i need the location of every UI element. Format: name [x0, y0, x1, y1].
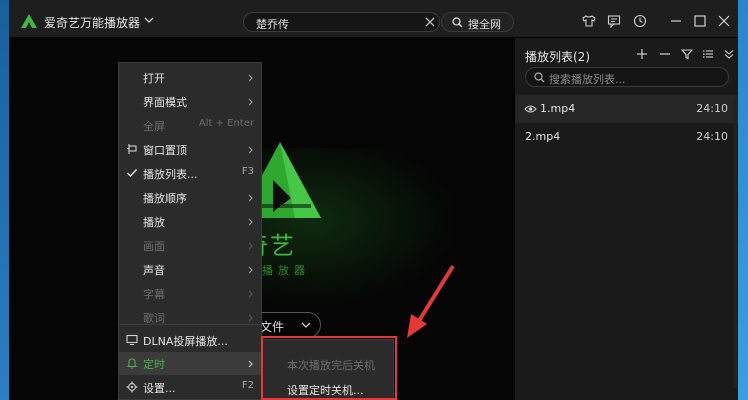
menu-item-play[interactable]: 播放 [119, 210, 261, 233]
playlist-item[interactable]: 2.mp4 24:10 [515, 123, 738, 151]
add-icon[interactable] [636, 48, 648, 60]
desktop-background-right [738, 0, 748, 400]
playlist-search-placeholder: 搜索播放列表... [549, 73, 626, 86]
search-query-text: 楚乔传 [256, 18, 289, 31]
filter-icon[interactable] [681, 48, 693, 60]
close-icon[interactable] [717, 14, 731, 28]
logo-subtitle: 播放器 [262, 264, 310, 277]
desktop-background-left [0, 0, 9, 400]
chevron-right-icon [248, 194, 253, 202]
playlist-panel: 播放列表(2) 搜索播放列表... 1.mp4 24:10 2.mp4 24:1… [514, 38, 738, 400]
menu-item-label: 播放顺序 [143, 192, 187, 205]
chevron-down-icon[interactable] [301, 321, 311, 329]
menu-item-interface-mode[interactable]: 界面模式 [119, 90, 261, 113]
menu-item-label: 界面模式 [143, 96, 187, 109]
chevron-right-icon [248, 290, 253, 298]
message-icon[interactable] [607, 14, 621, 28]
menu-item-label: 播放 [143, 216, 165, 229]
list-menu-icon[interactable] [702, 48, 714, 60]
maximize-icon[interactable] [693, 14, 707, 28]
playlist-item-duration: 24:10 [696, 102, 728, 115]
chevron-right-icon [248, 314, 253, 322]
minimize-icon[interactable] [669, 14, 683, 28]
playlist-item-name: 2.mp4 [525, 130, 561, 143]
chevron-right-icon [248, 242, 253, 250]
annotation-highlight-box [261, 336, 397, 400]
playlist-search-input[interactable]: 搜索播放列表... [525, 67, 729, 87]
chevron-right-icon [248, 218, 253, 226]
menu-item-label: 全屏 [143, 120, 165, 133]
chevron-right-icon [248, 360, 253, 368]
menu-item-label: 打开 [143, 72, 165, 85]
gear-icon [126, 381, 138, 393]
menu-item-always-on-top[interactable]: 窗口置顶 [119, 138, 261, 161]
menu-item-label: 播放列表... [143, 168, 198, 181]
menu-divider [119, 324, 261, 325]
open-file-label: 文件 [260, 320, 285, 334]
iqiyi-logo-icon[interactable] [19, 13, 39, 29]
menu-item-timer[interactable]: 定时 [119, 352, 261, 375]
menu-item-shortcut: F3 [241, 166, 254, 177]
app-title[interactable]: 爱奇艺万能播放器 [44, 14, 140, 31]
player-window: 爱奇艺万能播放器 楚乔传 搜全网 奇艺 播放器 文件 打开 界面模式 全屏 Al… [9, 0, 738, 400]
menu-item-lyrics: 歌词 [119, 306, 261, 329]
check-icon [127, 169, 138, 178]
chevron-right-icon [248, 74, 253, 82]
menu-item-subtitles: 字幕 [119, 282, 261, 305]
remove-icon[interactable] [659, 48, 671, 60]
playlist-title: 播放列表(2) [525, 50, 590, 64]
menu-item-dlna-cast[interactable]: DLNA投屏播放... [119, 329, 261, 352]
eye-icon [524, 105, 537, 113]
menu-item-label: 字幕 [143, 288, 165, 301]
menu-item-shortcut: Alt + Enter [198, 118, 254, 129]
context-menu: 打开 界面模式 全屏 Alt + Enter 窗口置顶 播放列表... F3 播… [118, 62, 262, 400]
search-icon [534, 72, 545, 83]
menu-item-playlist[interactable]: 播放列表... F3 [119, 162, 261, 185]
menu-item-sound[interactable]: 声音 [119, 258, 261, 281]
search-input[interactable]: 楚乔传 [243, 12, 440, 32]
chevron-right-icon [248, 266, 253, 274]
chevron-down-icon[interactable] [144, 16, 154, 24]
playlist-item-duration: 24:10 [696, 130, 728, 143]
menu-item-settings[interactable]: 设置... F2 [119, 376, 261, 399]
menu-item-label: 声音 [143, 264, 165, 277]
chevron-right-icon [248, 146, 253, 154]
menu-item-fullscreen: 全屏 Alt + Enter [119, 114, 261, 137]
menu-item-label: 设置... [143, 382, 176, 395]
menu-item-play-order[interactable]: 播放顺序 [119, 186, 261, 209]
playlist-item[interactable]: 1.mp4 24:10 [515, 95, 738, 123]
playlist-scrollbar[interactable] [734, 98, 737, 388]
playlist-item-name: 1.mp4 [540, 102, 576, 115]
pin-icon [127, 144, 137, 154]
search-all-button[interactable]: 搜全网 [441, 12, 514, 32]
cast-icon [126, 334, 138, 346]
menu-item-open[interactable]: 打开 [119, 66, 261, 89]
collapse-icon[interactable] [723, 48, 735, 60]
clear-icon[interactable] [425, 17, 435, 27]
search-icon [452, 17, 463, 28]
bell-icon [126, 358, 138, 369]
menu-item-label: 画面 [143, 240, 165, 253]
chevron-right-icon [248, 98, 253, 106]
history-icon[interactable] [633, 14, 647, 28]
menu-item-label: DLNA投屏播放... [143, 335, 228, 348]
search-all-label: 搜全网 [468, 18, 501, 31]
menu-item-picture: 画面 [119, 234, 261, 257]
skin-icon[interactable] [582, 14, 596, 28]
menu-item-shortcut: F2 [241, 380, 254, 391]
annotation-arrow-icon [407, 264, 455, 338]
title-bar: 爱奇艺万能播放器 楚乔传 搜全网 [9, 0, 738, 38]
menu-item-label: 定时 [143, 358, 165, 371]
menu-item-label: 窗口置顶 [143, 144, 187, 157]
